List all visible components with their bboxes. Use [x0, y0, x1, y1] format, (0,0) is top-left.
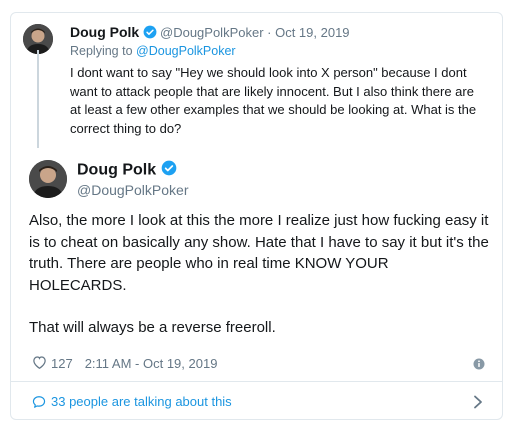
like-count[interactable]: 127	[51, 356, 73, 371]
main-avatar[interactable]	[29, 160, 67, 198]
divider	[11, 381, 502, 382]
main-tweet-text: Also, the more I look at this the more I…	[29, 210, 489, 339]
verified-badge-icon	[143, 25, 157, 42]
main-display-name[interactable]: Doug Polk	[77, 160, 177, 181]
main-tweet-paragraph: Also, the more I look at this the more I…	[29, 212, 489, 294]
quoted-tweet-text: I dont want to say "Hey we should look i…	[70, 65, 477, 136]
replying-to: Replying to @DougPolkPoker	[70, 44, 236, 58]
tweet-stats: 127 2:11 AM - Oct 19, 2019	[32, 355, 217, 372]
speech-bubble-icon	[32, 395, 46, 408]
thread-connector-line	[37, 50, 39, 148]
conversation-label: 33 people are talking about this	[51, 394, 232, 409]
quoted-date[interactable]: Oct 19, 2019	[275, 25, 349, 40]
verified-badge-icon	[161, 160, 177, 181]
conversation-link[interactable]: 33 people are talking about this	[32, 394, 232, 409]
info-icon[interactable]	[473, 357, 485, 375]
quoted-display-name[interactable]: Doug Polk	[70, 24, 157, 42]
quoted-handle-and-date[interactable]: @DougPolkPoker · Oct 19, 2019	[160, 25, 350, 40]
chevron-right-icon[interactable]	[472, 395, 484, 414]
tweet-timestamp[interactable]: 2:11 AM - Oct 19, 2019	[85, 356, 218, 371]
main-handle[interactable]: @DougPolkPoker	[77, 182, 189, 198]
heart-icon[interactable]	[32, 355, 47, 372]
replying-to-link[interactable]: @DougPolkPoker	[136, 44, 236, 58]
main-tweet-paragraph: That will always be a reverse freeroll.	[29, 319, 276, 336]
